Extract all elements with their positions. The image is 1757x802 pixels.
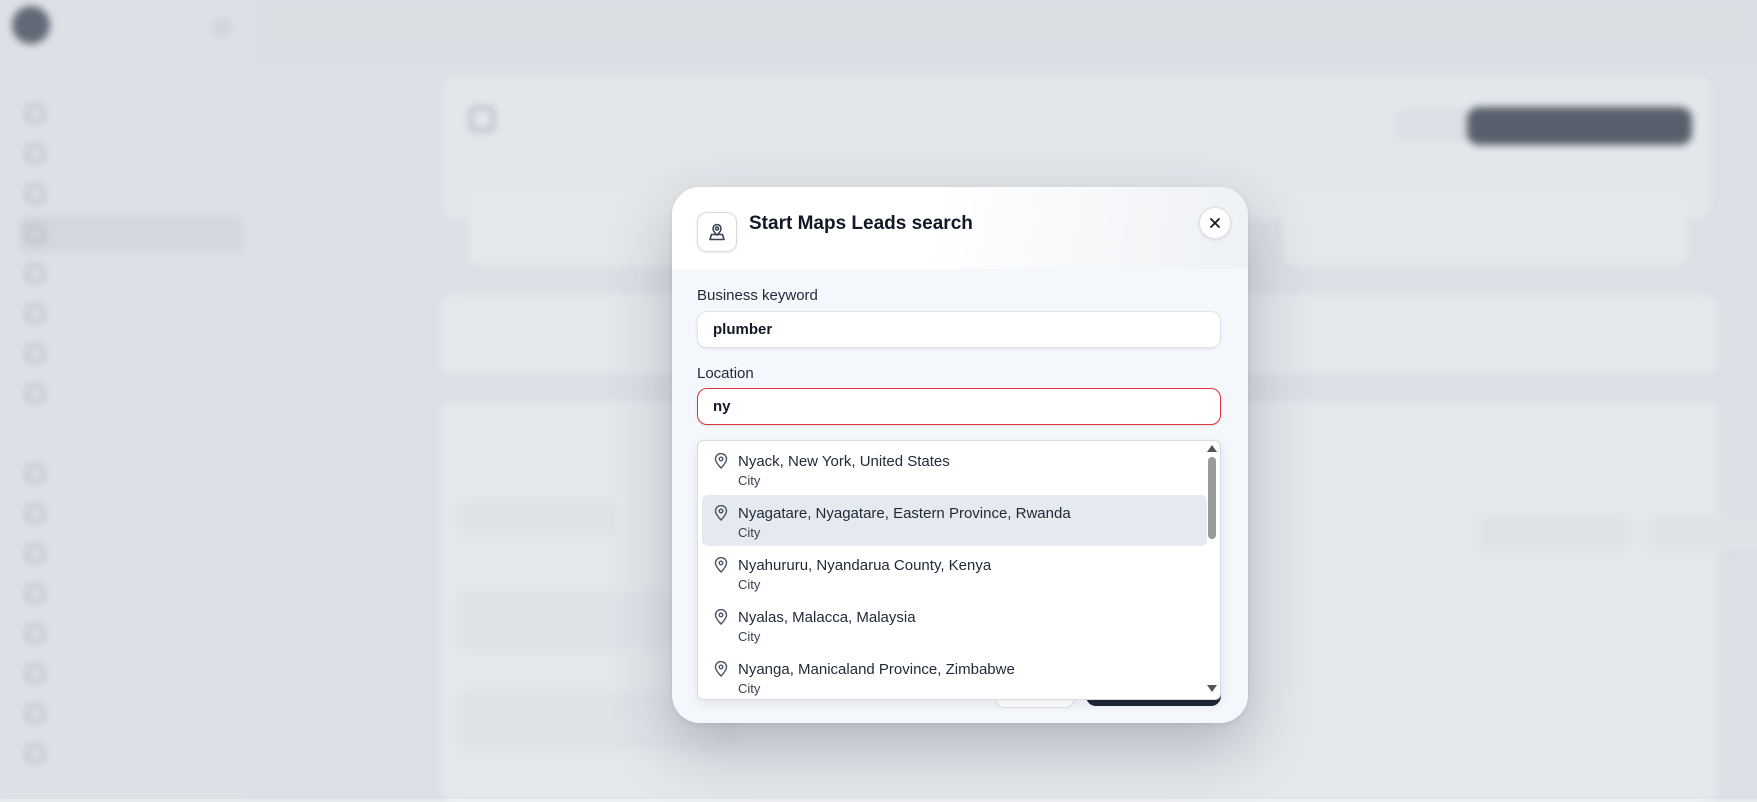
location-pin-icon — [714, 609, 728, 625]
suggestion-option-highlighted[interactable]: Nyagatare, Nyagatare, Eastern Province, … — [702, 495, 1207, 546]
suggestion-type: City — [738, 629, 761, 644]
suggestion-option[interactable]: Nyahururu, Nyandarua County, Kenya City — [702, 547, 1207, 598]
maps-leads-search-modal: Start Maps Leads search Business keyword… — [672, 187, 1248, 723]
suggestion-label: Nyagatare, Nyagatare, Eastern Province, … — [738, 505, 1071, 522]
suggestion-option[interactable]: Nyanga, Manicaland Province, Zimbabwe Ci… — [702, 651, 1207, 699]
close-button[interactable] — [1199, 207, 1231, 239]
modal-title: Start Maps Leads search — [749, 213, 973, 234]
suggestion-option[interactable]: Nyack, New York, United States City — [702, 443, 1207, 494]
suggestion-option[interactable]: Nyalas, Malacca, Malaysia City — [702, 599, 1207, 650]
location-label: Location — [697, 365, 754, 382]
scroll-up-arrow-icon[interactable] — [1207, 445, 1217, 452]
scrollbar-thumb[interactable] — [1208, 457, 1216, 539]
location-pin-icon — [714, 557, 728, 573]
suggestion-type: City — [738, 525, 761, 540]
location-pin-icon — [714, 661, 728, 677]
close-icon — [1210, 218, 1220, 228]
suggestion-type: City — [738, 681, 761, 696]
keyword-label: Business keyword — [697, 287, 818, 304]
suggestion-label: Nyahururu, Nyandarua County, Kenya — [738, 557, 992, 574]
suggestion-type: City — [738, 577, 761, 592]
location-pin-icon — [714, 505, 728, 521]
suggestion-label: Nyanga, Manicaland Province, Zimbabwe — [738, 661, 1015, 678]
location-pin-icon — [714, 453, 728, 469]
location-suggestions-dropdown[interactable]: Nyack, New York, United States City Nyag… — [697, 440, 1221, 700]
suggestion-type: City — [738, 473, 761, 488]
keyword-input[interactable] — [697, 311, 1221, 348]
suggestion-label: Nyalas, Malacca, Malaysia — [738, 609, 916, 626]
location-input[interactable] — [697, 388, 1221, 425]
scroll-down-arrow-icon[interactable] — [1207, 685, 1217, 692]
suggestion-label: Nyack, New York, United States — [738, 453, 950, 470]
modal-header: Start Maps Leads search — [672, 187, 1248, 269]
map-pin-user-icon — [697, 212, 737, 252]
